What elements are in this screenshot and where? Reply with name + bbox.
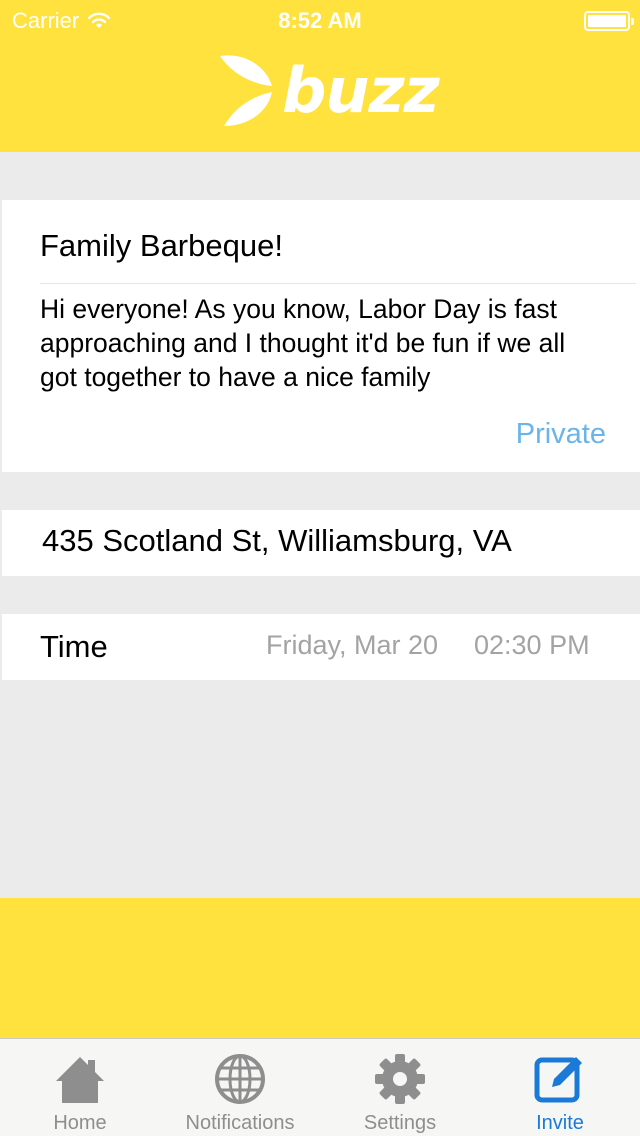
tab-notifications[interactable]: Notifications	[160, 1039, 320, 1136]
time-clock-value[interactable]: 02:30 PM	[474, 630, 590, 661]
globe-icon	[215, 1054, 265, 1104]
tab-home[interactable]: Home	[0, 1039, 160, 1136]
time-card[interactable]: Time Friday, Mar 20 02:30 PM	[2, 614, 640, 680]
tab-home-label: Home	[53, 1112, 107, 1134]
event-card: Family Barbeque! Hi everyone! As you kno…	[2, 200, 640, 472]
tab-settings-label: Settings	[363, 1112, 437, 1134]
gear-icon	[375, 1054, 425, 1104]
tab-invite[interactable]: Invite	[480, 1039, 640, 1136]
logo-text: buzz	[282, 53, 440, 127]
location-card[interactable]: 435 Scotland St, Williamsburg, VA	[2, 510, 640, 576]
leaf-logo-icon	[220, 55, 272, 126]
status-bar: Carrier 8:52 AM	[0, 0, 640, 40]
tab-invite-label: Invite	[536, 1112, 584, 1134]
event-description[interactable]: Hi everyone! As you know, Labor Day is f…	[40, 292, 600, 396]
buzz-logo: buzz	[218, 48, 440, 132]
title-divider	[40, 283, 636, 284]
tab-notifications-label: Notifications	[185, 1112, 295, 1134]
footer-banner	[0, 898, 640, 1038]
time-label: Time	[40, 629, 108, 664]
battery-icon	[584, 11, 634, 31]
compose-icon	[534, 1057, 582, 1103]
tab-bar: Home Notifications Settings Invite	[0, 1038, 640, 1136]
privacy-toggle[interactable]: Private	[516, 418, 606, 451]
app-header: Carrier 8:52 AM buzz	[0, 0, 640, 152]
event-title[interactable]: Family Barbeque!	[40, 228, 283, 264]
status-time: 8:52 AM	[278, 8, 362, 33]
time-date-value[interactable]: Friday, Mar 20	[266, 630, 438, 661]
home-icon	[56, 1057, 104, 1103]
event-address[interactable]: 435 Scotland St, Williamsburg, VA	[42, 523, 512, 559]
tab-settings[interactable]: Settings	[320, 1039, 480, 1136]
